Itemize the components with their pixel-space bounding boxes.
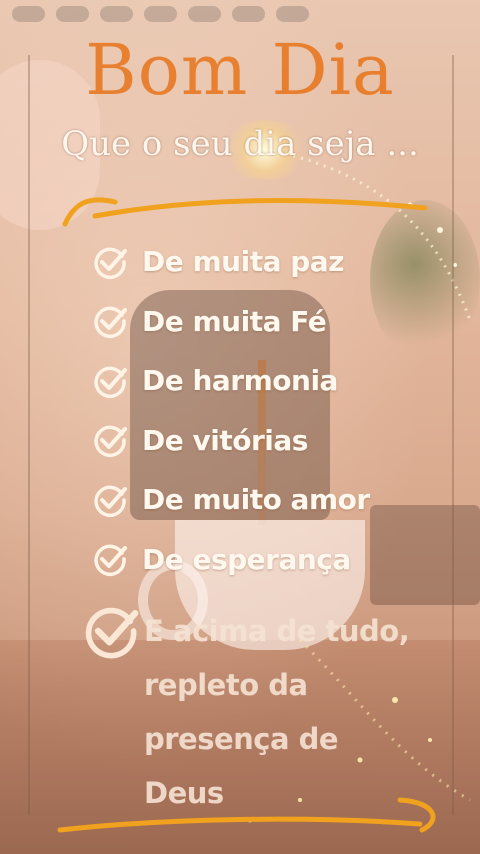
page-subtitle: Que o seu dia seja ... xyxy=(61,124,419,164)
list-item-label: De muita paz xyxy=(142,245,344,279)
list-item-label: De vitórias xyxy=(142,423,308,457)
film-hole xyxy=(12,6,45,22)
list-item-label: De esperança xyxy=(142,542,351,576)
list-item: De muita paz xyxy=(92,232,472,292)
check-circle-icon xyxy=(94,544,127,577)
final-wish-text: E acima de tudo, repleto da presença de … xyxy=(144,614,410,810)
list-item-label: De muita Fé xyxy=(142,304,327,338)
film-hole xyxy=(188,6,221,22)
film-strip-holes xyxy=(0,6,480,24)
wish-list: De muita paz De muita Fé De harmonia De … xyxy=(92,232,472,589)
check-circle-icon xyxy=(94,247,127,279)
check-circle-icon xyxy=(94,485,127,517)
film-hole xyxy=(144,6,177,22)
list-item: De esperança xyxy=(92,530,472,590)
check-circle-icon xyxy=(94,366,127,398)
list-item-label: De harmonia xyxy=(142,364,338,398)
list-item-label: De muito amor xyxy=(142,483,370,517)
check-circle-icon xyxy=(94,425,127,458)
check-circle-icon xyxy=(85,607,139,659)
list-item: De muita Fé xyxy=(92,292,472,352)
film-hole xyxy=(276,6,309,22)
frame-line-left xyxy=(28,55,30,815)
film-hole xyxy=(56,6,89,22)
brush-stroke-top xyxy=(62,197,428,227)
final-wish: E acima de tudo, repleto da presença de … xyxy=(82,604,462,820)
film-hole xyxy=(232,6,265,22)
check-circle-icon xyxy=(94,306,127,339)
list-item: De muito amor xyxy=(92,470,472,530)
list-item: De vitórias xyxy=(92,411,472,471)
page-title: Bom Dia xyxy=(85,29,395,111)
brush-stroke-bottom xyxy=(57,797,436,833)
list-item: De harmonia xyxy=(92,351,472,411)
film-hole xyxy=(100,6,133,22)
